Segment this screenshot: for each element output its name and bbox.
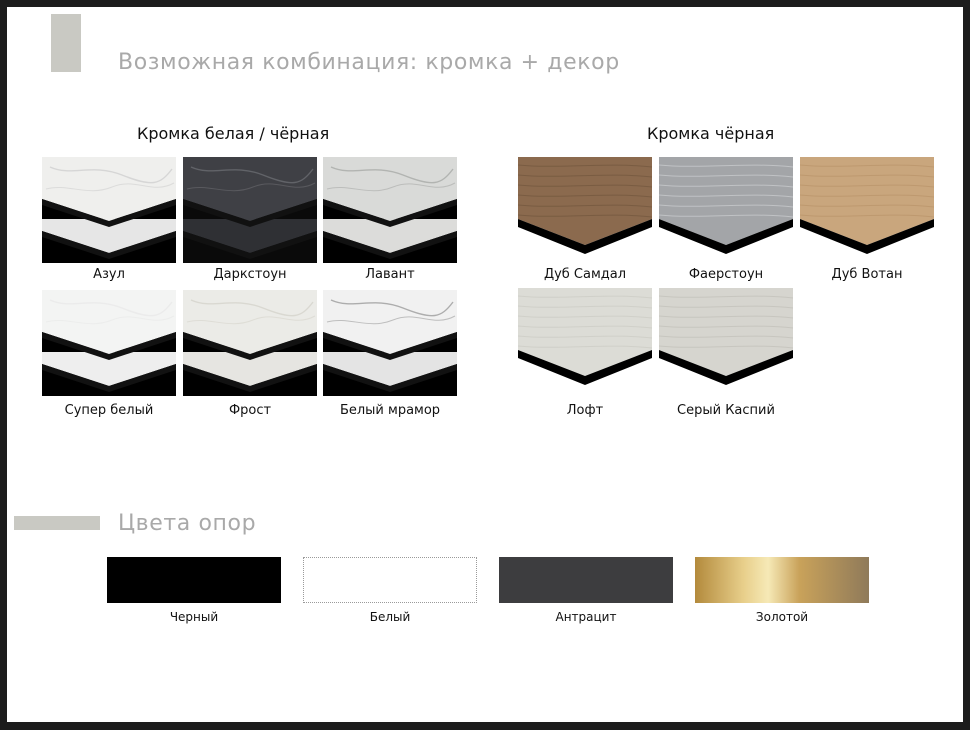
loft-swatch-icon (518, 288, 652, 394)
lavant-marble-swatch-icon (323, 157, 457, 263)
page-title: Возможная комбинация: кромка + декор (118, 50, 620, 75)
slide-frame: Возможная комбинация: кромка + декор Кро… (0, 0, 970, 730)
decor-label-azul: Азул (93, 267, 125, 282)
decor-label-oak-votan: Дуб Вотан (831, 267, 903, 282)
decor-label-grey-caspian: Серый Каспий (677, 403, 775, 418)
support-label-white: Белый (369, 610, 411, 624)
decor-label-oak-samdal: Дуб Самдал (543, 267, 627, 282)
support-label-gold: Золотой (755, 610, 809, 624)
group-heading-white-black-edge: Кромка белая / чёрная (137, 124, 330, 143)
oak-votan-swatch-icon (800, 157, 934, 263)
grey-caspian-swatch-icon (659, 288, 793, 394)
azul-marble-swatch-icon (42, 157, 176, 263)
decor-tile-loft[interactable] (518, 288, 652, 394)
oak-samdal-swatch-icon (518, 157, 652, 263)
firestone-swatch-icon (659, 157, 793, 263)
decorative-accent-bar-left (14, 516, 100, 530)
support-swatch-gold[interactable] (695, 557, 869, 603)
decor-tile-super-white[interactable] (42, 290, 176, 396)
slide-page: Возможная комбинация: кромка + декор Кро… (14, 14, 970, 729)
support-label-black: Черный (169, 610, 219, 624)
decor-tile-firestone[interactable] (659, 157, 793, 263)
decor-tile-oak-votan[interactable] (800, 157, 934, 263)
support-label-anthracite: Антрацит (555, 610, 617, 624)
decor-tile-grey-caspian[interactable] (659, 288, 793, 394)
decor-tile-white-marble[interactable] (323, 290, 457, 396)
white-marble-swatch-icon (323, 290, 457, 396)
decor-label-super-white: Супер белый (64, 403, 154, 418)
decor-tile-lavant[interactable] (323, 157, 457, 263)
decor-tile-oak-samdal[interactable] (518, 157, 652, 263)
support-swatch-black[interactable] (107, 557, 281, 603)
super-white-swatch-icon (42, 290, 176, 396)
decor-label-white-marble: Белый мрамор (339, 403, 441, 418)
decor-label-lavant: Лавант (365, 267, 415, 282)
group-heading-black-edge: Кромка чёрная (647, 124, 775, 143)
decor-label-loft: Лофт (566, 403, 604, 418)
support-swatch-white[interactable] (303, 557, 477, 603)
decor-tile-darkstone[interactable] (183, 157, 317, 263)
supports-title: Цвета опор (118, 511, 257, 536)
decor-label-darkstone: Даркстоун (213, 267, 287, 282)
decor-tile-azul[interactable] (42, 157, 176, 263)
decor-label-frost: Фрост (228, 403, 272, 418)
decor-tile-frost[interactable] (183, 290, 317, 396)
decorative-accent-bar-top (51, 14, 81, 72)
frost-swatch-icon (183, 290, 317, 396)
darkstone-swatch-icon (183, 157, 317, 263)
support-swatch-anthracite[interactable] (499, 557, 673, 603)
decor-label-firestone: Фаерстоун (688, 267, 764, 282)
